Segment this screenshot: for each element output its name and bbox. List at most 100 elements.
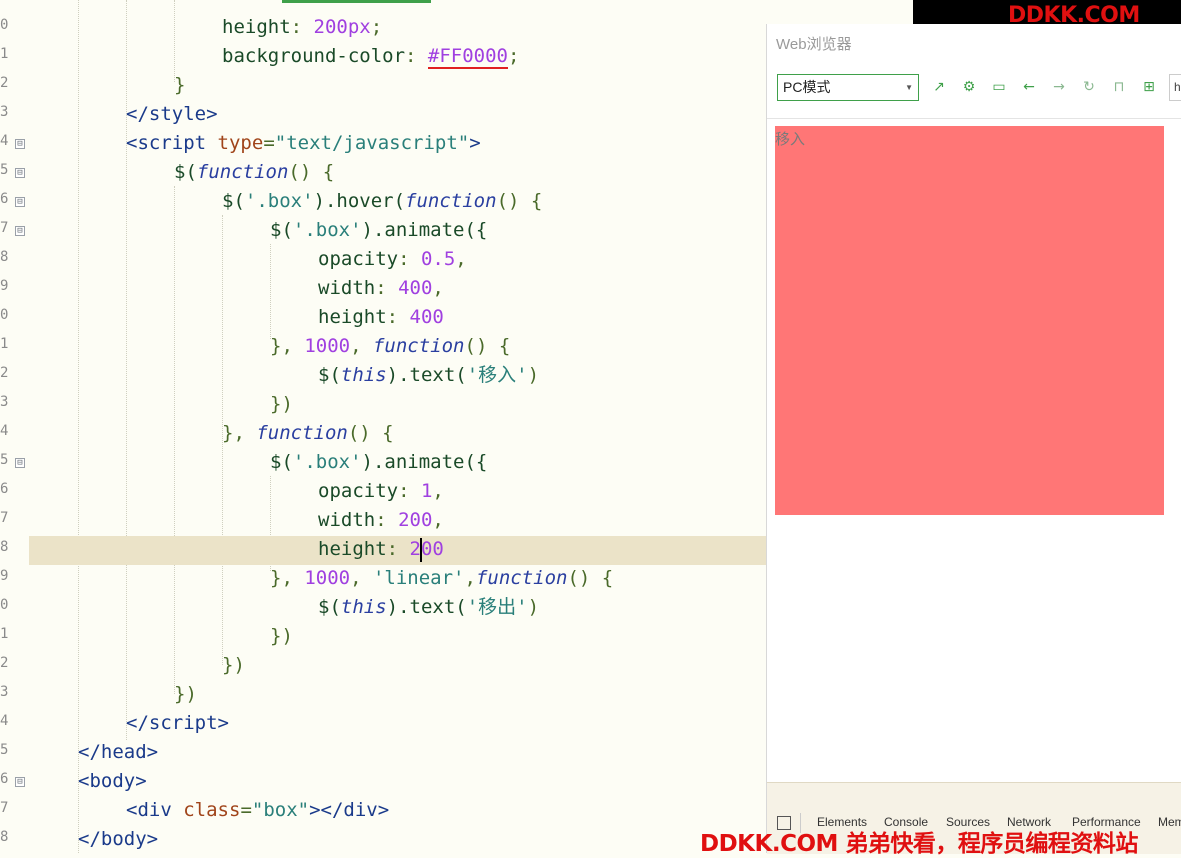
code-line[interactable]: $('.box').animate({ (0, 216, 766, 245)
number: 0.5 (420, 248, 456, 270)
object-key: height (318, 306, 387, 328)
string: '.box' (292, 219, 362, 241)
code-line[interactable]: width: 200, (0, 506, 766, 535)
active-tab-indicator (282, 0, 431, 3)
attr-value: "box" (251, 799, 310, 821)
browser-title: Web浏览器 (776, 36, 852, 53)
code-line[interactable]: $(function() { (0, 158, 766, 187)
object-key: width (318, 277, 376, 299)
code-line[interactable]: $(this).text('移入') (0, 361, 766, 390)
identifier: ).animate({ (361, 219, 488, 241)
tag-bracket: </ (126, 103, 149, 125)
code-line[interactable]: $('.box').animate({ (0, 448, 766, 477)
punctuation: , (350, 335, 373, 357)
css-property: height (222, 16, 291, 38)
code-editor[interactable]: 01234567890123456789012345678 ⊟ ⊟ ⊟ ⊟ ⊟ … (0, 0, 766, 853)
css-value: 200px (313, 16, 371, 38)
forward-icon[interactable]: → (1050, 78, 1068, 96)
console-icon[interactable]: ▭ (990, 78, 1008, 96)
code-line[interactable]: </script> (0, 709, 766, 738)
code-line[interactable]: height: 200px; (0, 13, 766, 42)
keyword: function (372, 335, 465, 357)
identifier: $( (318, 596, 341, 618)
code-line[interactable]: }) (0, 390, 766, 419)
tag-bracket: > (377, 799, 390, 821)
web-browser-panel[interactable]: Web浏览器 PC模式 ▼ ↗ ⚙ ▭ ← → ↻ ⊓ ⊞ h 移入 Eleme… (766, 24, 1181, 854)
tag-bracket: </ (78, 741, 101, 763)
string: '移出' (466, 596, 528, 618)
code-line[interactable]: }) (0, 651, 766, 680)
punctuation: }, (270, 567, 305, 589)
punctuation: }) (270, 625, 293, 647)
code-line[interactable]: opacity: 0.5, (0, 245, 766, 274)
punctuation: }, (222, 422, 257, 444)
qrcode-icon[interactable]: ⊞ (1140, 78, 1158, 96)
back-icon[interactable]: ← (1020, 78, 1038, 96)
punctuation: ; (508, 45, 520, 67)
attr-name: class (183, 799, 241, 821)
code-line[interactable]: </head> (0, 738, 766, 767)
tag-bracket: < (78, 770, 90, 792)
punctuation: : (375, 277, 399, 299)
code-line[interactable]: <script type="text/javascript"> (0, 129, 766, 158)
attr-value: "text/javascript" (274, 132, 470, 154)
punctuation: , (432, 277, 444, 299)
tag-name: script (148, 712, 218, 734)
punctuation: : (398, 480, 421, 502)
punctuation: }) (222, 654, 245, 676)
mode-select[interactable]: PC模式 ▼ (777, 74, 919, 101)
animated-box[interactable]: 移入 (775, 126, 1164, 515)
css-property: background-color (222, 45, 406, 67)
code-line[interactable]: }, function() { (0, 419, 766, 448)
code-line[interactable]: opacity: 1, (0, 477, 766, 506)
code-line[interactable]: }) (0, 680, 766, 709)
keyword: this (340, 596, 387, 618)
toolbar-divider (767, 118, 1181, 119)
punctuation: }, (270, 335, 305, 357)
code-line[interactable]: <div class="box"></div> (0, 796, 766, 825)
identifier: ).text( (386, 364, 467, 386)
code-line[interactable]: }, 1000, 'linear',function() { (0, 564, 766, 593)
object-key: opacity (318, 248, 399, 270)
code-line[interactable]: height: 400 (0, 303, 766, 332)
identifier: $( (174, 161, 197, 183)
punctuation: , (432, 480, 444, 502)
tag-name: div (137, 799, 172, 821)
code-line[interactable]: $('.box').hover(function() { (0, 187, 766, 216)
identifier: $( (318, 364, 341, 386)
tag-bracket: > (206, 103, 218, 125)
punctuation: }) (174, 683, 197, 705)
open-external-icon[interactable]: ↗ (930, 78, 948, 96)
address-bar[interactable]: h (1169, 74, 1181, 101)
code-line-current[interactable]: height: 200 (0, 535, 766, 564)
string: '.box' (292, 451, 362, 473)
punctuation: : (405, 45, 428, 67)
code-line[interactable]: } (0, 71, 766, 100)
punctuation: ) (527, 596, 540, 618)
code-line[interactable]: }, 1000, function() { (0, 332, 766, 361)
refresh-icon[interactable]: ↻ (1080, 78, 1098, 96)
code-line[interactable]: width: 400, (0, 274, 766, 303)
punctuation: , (455, 248, 467, 270)
punctuation: = (240, 799, 252, 821)
tag-name: head (100, 741, 147, 763)
punctuation: () { (496, 190, 543, 212)
code-line[interactable]: background-color: #FF0000; (0, 42, 766, 71)
number: 400 (398, 277, 433, 299)
code-line[interactable]: $(this).text('移出') (0, 593, 766, 622)
punctuation: : (386, 306, 410, 328)
code-line[interactable]: <body> (0, 767, 766, 796)
tag-bracket: > (469, 132, 481, 154)
punctuation: , (350, 567, 373, 589)
tag-name: script (137, 132, 207, 154)
code-line[interactable]: }) (0, 622, 766, 651)
settings-icon[interactable]: ⚙ (960, 78, 978, 96)
code-line[interactable]: </body> (0, 825, 766, 853)
keyword: function (256, 422, 348, 444)
code-line[interactable]: </style> (0, 100, 766, 129)
lock-icon[interactable]: ⊓ (1110, 78, 1128, 96)
devtools-tab-memory[interactable]: Mem (1158, 815, 1181, 829)
punctuation: , (432, 509, 444, 531)
punctuation: () { (288, 161, 335, 183)
